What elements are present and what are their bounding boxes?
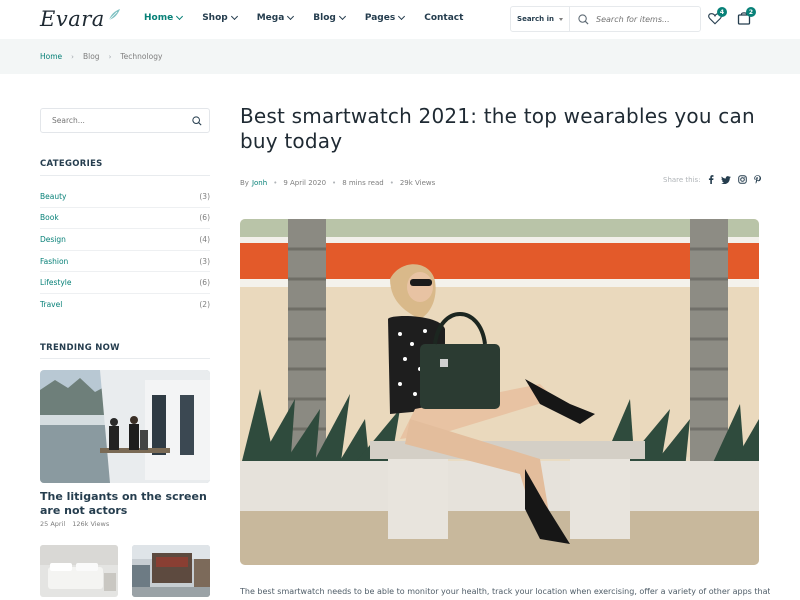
by-label: By: [240, 179, 249, 187]
wishlist-button[interactable]: 4: [708, 7, 727, 29]
category-name: Lifestyle: [40, 278, 72, 288]
trending-post-meta: 25 April 126k Views: [40, 520, 109, 528]
sidebar-search: [40, 108, 210, 133]
main-nav: Home Shop Mega Blog Pages Contact: [144, 12, 483, 23]
category-list: Beauty (3) Book (6) Design (4) Fashion (3) L…: [40, 186, 210, 316]
post-thumbnail[interactable]: [40, 545, 118, 597]
trending-post-views: 126k Views: [72, 520, 110, 528]
nav-label: Shop: [202, 13, 228, 23]
chevron-down-icon: [230, 12, 238, 21]
instagram-icon[interactable]: [737, 175, 747, 184]
header-search: Search in: [510, 6, 701, 32]
street-photo: [132, 545, 210, 597]
category-item-book[interactable]: Book (6): [40, 208, 210, 230]
facebook-icon[interactable]: [708, 175, 714, 184]
nav-label: Blog: [313, 13, 336, 23]
divider: [40, 358, 210, 359]
leaf-icon: [108, 9, 120, 21]
twitter-icon[interactable]: [720, 175, 731, 184]
nav-item-pages[interactable]: Pages: [364, 12, 406, 23]
pinterest-icon[interactable]: [753, 175, 761, 184]
trending-post-date: 25 April: [40, 520, 66, 528]
chevron-right-icon: ›: [108, 52, 112, 61]
post-excerpt: The best smartwatch needs to be able to …: [240, 587, 770, 596]
post-title: Best smartwatch 2021: the top wearables …: [240, 104, 755, 153]
category-item-fashion[interactable]: Fashion (3): [40, 251, 210, 273]
share-bar: Share this:: [663, 175, 761, 184]
category-count: (2): [199, 300, 210, 310]
ferry-photo: [40, 370, 210, 483]
search-icon[interactable]: [192, 116, 202, 126]
breadcrumb-home[interactable]: Home: [40, 52, 62, 61]
search-icon[interactable]: [578, 13, 589, 25]
site-header: Evara Home Shop Mega Blog Pages Contact …: [0, 0, 800, 39]
search-category-select[interactable]: Search in: [511, 7, 570, 31]
post-views: 29k Views: [399, 179, 436, 187]
woman-on-bench-photo: [240, 219, 759, 565]
sidebar-search-input[interactable]: [52, 116, 182, 125]
chevron-right-icon: ›: [71, 52, 74, 61]
category-item-beauty[interactable]: Beauty (3): [40, 186, 210, 208]
category-name: Book: [40, 213, 59, 223]
category-count: (3): [199, 256, 210, 266]
post-date: 9 April 2020: [283, 179, 327, 187]
cart-button[interactable]: 2: [737, 7, 756, 29]
bedroom-photo: [40, 545, 118, 597]
breadcrumb-current: Technology: [120, 52, 163, 61]
chevron-down-icon: [398, 12, 406, 21]
trending-title: TRENDING NOW: [40, 343, 120, 353]
trending-post-title[interactable]: The litigants on the screen are not acto…: [40, 490, 212, 517]
nav-label: Mega: [256, 13, 285, 23]
chevron-down-icon: [338, 12, 346, 21]
category-item-travel[interactable]: Travel (2): [40, 294, 210, 316]
trending-post-image[interactable]: [40, 370, 210, 483]
nav-item-shop[interactable]: Shop: [202, 12, 238, 23]
post-meta: By Jonh • 9 April 2020 • 8 mins read • 2…: [240, 179, 435, 187]
category-item-design[interactable]: Design (4): [40, 229, 210, 251]
nav-label: Pages: [364, 13, 396, 23]
logo-text: Evara: [40, 7, 105, 31]
share-label: Share this:: [663, 175, 701, 184]
nav-label: Contact: [424, 13, 464, 23]
category-item-lifestyle[interactable]: Lifestyle (6): [40, 272, 210, 294]
meta-separator: •: [273, 179, 278, 187]
chevron-down-icon: [287, 12, 295, 21]
meta-separator: •: [332, 179, 337, 187]
category-name: Fashion: [40, 256, 69, 266]
post-hero-image: [240, 219, 759, 565]
category-count: (6): [199, 278, 210, 288]
cart-count-badge: 2: [746, 7, 756, 17]
breadcrumb-blog[interactable]: Blog: [83, 52, 100, 61]
nav-item-blog[interactable]: Blog: [313, 12, 346, 23]
breadcrumb-bar: Home › Blog › Technology: [0, 39, 800, 74]
caret-down-icon: [558, 17, 563, 21]
category-count: (4): [199, 234, 210, 244]
category-count: (6): [199, 213, 210, 223]
categories-title: CATEGORIES: [40, 159, 103, 169]
divider: [40, 175, 210, 176]
site-logo[interactable]: Evara: [40, 6, 121, 32]
wishlist-count-badge: 4: [717, 7, 727, 17]
post-author-link[interactable]: Jonh: [252, 179, 267, 187]
chevron-down-icon: [176, 12, 184, 21]
category-name: Travel: [40, 300, 63, 310]
nav-label: Home: [144, 13, 174, 23]
category-count: (3): [199, 191, 210, 201]
search-category-label: Search in: [517, 15, 554, 23]
nav-item-home[interactable]: Home: [144, 12, 184, 23]
category-name: Beauty: [40, 191, 67, 201]
post-read-time: 8 mins read: [342, 179, 384, 187]
meta-separator: •: [389, 179, 394, 187]
post-thumbnail[interactable]: [132, 545, 210, 597]
nav-item-contact[interactable]: Contact: [424, 13, 463, 23]
search-input[interactable]: [596, 14, 691, 24]
breadcrumb: Home › Blog › Technology: [40, 52, 162, 61]
category-name: Design: [40, 234, 66, 244]
nav-item-mega[interactable]: Mega: [256, 12, 295, 23]
